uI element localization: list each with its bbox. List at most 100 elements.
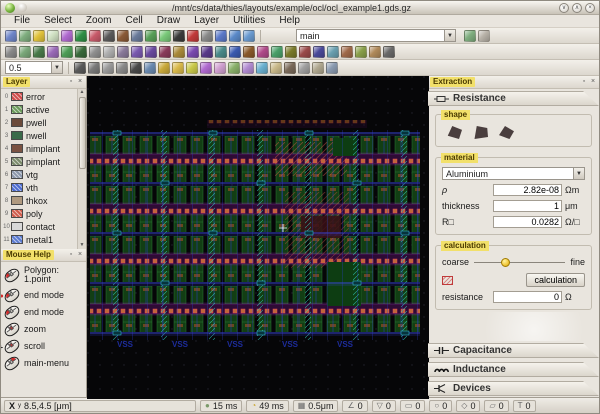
- layer-row[interactable]: 1active: [1, 103, 76, 116]
- minimize-button[interactable]: ∨: [559, 3, 569, 13]
- toolbar-icon[interactable]: [201, 30, 213, 42]
- toolbar-icon[interactable]: [158, 62, 170, 74]
- toolbar-icon[interactable]: [298, 62, 310, 74]
- layout-canvas[interactable]: VSS VSS VSS VSS VSS: [87, 76, 429, 399]
- cell-combo[interactable]: main ▼: [296, 29, 456, 42]
- tab-capacitance[interactable]: Capacitance: [428, 343, 599, 358]
- close-panel-icon[interactable]: ×: [76, 77, 84, 87]
- float-panel-icon[interactable]: ▫: [67, 250, 75, 260]
- layer-row[interactable]: 7vth: [1, 181, 76, 194]
- layer-swatch[interactable]: [11, 92, 23, 101]
- toolbar-icon[interactable]: [186, 62, 198, 74]
- layer-swatch[interactable]: [11, 222, 23, 231]
- menu-item[interactable]: Help: [272, 15, 307, 27]
- toolbar-icon[interactable]: [243, 46, 255, 58]
- toolbar-icon[interactable]: [270, 62, 282, 74]
- toolbar-icon[interactable]: [5, 46, 17, 58]
- float-panel-icon[interactable]: ▫: [580, 77, 588, 87]
- toolbar-icon[interactable]: [383, 46, 395, 58]
- toolbar-icon[interactable]: [187, 30, 199, 42]
- toolbar-icon[interactable]: [144, 62, 156, 74]
- layout-canvas-area[interactable]: VSS VSS VSS VSS VSS: [87, 76, 427, 397]
- toolbar-icon[interactable]: [89, 30, 101, 42]
- material-combo[interactable]: Aluminium ▼: [442, 167, 585, 180]
- toolbar-icon[interactable]: [187, 46, 199, 58]
- toolbar-icon[interactable]: [131, 30, 143, 42]
- layer-row[interactable]: 9poly: [1, 207, 76, 220]
- toolbar-icon[interactable]: [5, 30, 17, 42]
- toolbar-icon[interactable]: [61, 30, 73, 42]
- menu-item[interactable]: Zoom: [79, 15, 119, 27]
- toolbar-icon[interactable]: [116, 62, 128, 74]
- layer-swatch[interactable]: [11, 157, 23, 166]
- layer-row[interactable]: 6vtg: [1, 168, 76, 181]
- toolbar-icon[interactable]: [19, 30, 31, 42]
- close-panel-icon[interactable]: ×: [76, 250, 84, 260]
- toolbar-icon[interactable]: [271, 46, 283, 58]
- scroll-up-icon[interactable]: ▲: [80, 89, 85, 96]
- float-panel-icon[interactable]: ▫: [67, 77, 75, 87]
- layer-row[interactable]: 2pwell: [1, 116, 76, 129]
- layer-swatch[interactable]: [11, 235, 23, 244]
- layer-swatch[interactable]: [11, 105, 23, 114]
- toolbar-icon[interactable]: [173, 46, 185, 58]
- scroll-down-icon[interactable]: ▼: [80, 242, 85, 249]
- shape-thumb[interactable]: [447, 126, 462, 139]
- toolbar-icon[interactable]: [130, 62, 142, 74]
- toolbar-icon[interactable]: [228, 62, 240, 74]
- scrollbar-thumb[interactable]: [79, 97, 86, 169]
- toolbar-icon[interactable]: [312, 62, 324, 74]
- toolbar-icon[interactable]: [173, 30, 185, 42]
- slider-knob[interactable]: [501, 258, 510, 267]
- window-menu-icon[interactable]: [18, 3, 27, 12]
- shape-thumb[interactable]: [499, 126, 514, 139]
- layer-swatch[interactable]: [11, 118, 23, 127]
- layer-row[interactable]: 0error: [1, 90, 76, 103]
- shape-thumb[interactable]: [473, 126, 488, 139]
- toolbar-icon[interactable]: [47, 30, 59, 42]
- chevron-down-icon[interactable]: ▼: [573, 168, 584, 179]
- toolbar-icon[interactable]: [201, 46, 213, 58]
- layer-swatch[interactable]: [11, 209, 23, 218]
- toolbar-icon[interactable]: [89, 46, 101, 58]
- toolbar-icon[interactable]: [103, 30, 115, 42]
- thickness-input[interactable]: [493, 200, 562, 212]
- menu-item[interactable]: Layer: [187, 15, 226, 27]
- toolbar-icon[interactable]: [117, 30, 129, 42]
- toolbar-icon[interactable]: [313, 46, 325, 58]
- toolbar-icon[interactable]: [285, 46, 297, 58]
- menu-item[interactable]: File: [7, 15, 37, 27]
- toolbar-icon[interactable]: [103, 46, 115, 58]
- rsquare-input[interactable]: [493, 216, 562, 228]
- menu-item[interactable]: Cell: [118, 15, 149, 27]
- toolbar-icon[interactable]: [75, 46, 87, 58]
- toolbar-icon[interactable]: [88, 62, 100, 74]
- toolbar-icon[interactable]: [355, 46, 367, 58]
- maximize-button[interactable]: ∧: [572, 3, 582, 13]
- chevron-down-icon[interactable]: ▼: [51, 62, 62, 73]
- menu-item[interactable]: Utilities: [226, 15, 272, 27]
- layer-swatch[interactable]: [11, 196, 23, 205]
- toolbar-icon[interactable]: [75, 30, 87, 42]
- layer-row[interactable]: 5pimplant: [1, 155, 76, 168]
- toolbar-icon[interactable]: [299, 46, 311, 58]
- menu-item[interactable]: Draw: [150, 15, 187, 27]
- toolbar-icon[interactable]: [159, 46, 171, 58]
- layer-row[interactable]: 8thkox: [1, 194, 76, 207]
- toolbar-icon[interactable]: [256, 62, 268, 74]
- precision-slider[interactable]: [474, 262, 565, 263]
- layer-swatch[interactable]: [11, 183, 23, 192]
- toolbar-icon[interactable]: [229, 46, 241, 58]
- toolbar-icon[interactable]: [19, 46, 31, 58]
- layer-row[interactable]: 4nimplant: [1, 142, 76, 155]
- toolbar-icon[interactable]: [229, 30, 241, 42]
- toolbar-icon[interactable]: [242, 62, 254, 74]
- toolbar-icon[interactable]: [131, 46, 143, 58]
- toolbar-icon[interactable]: [61, 46, 73, 58]
- toolbar-icon[interactable]: [47, 46, 59, 58]
- resistance-input[interactable]: [493, 291, 562, 303]
- toolbar-icon[interactable]: [284, 62, 296, 74]
- toolbar-icon[interactable]: [145, 30, 157, 42]
- toolbar-icon[interactable]: [326, 62, 338, 74]
- chevron-down-icon[interactable]: ▼: [444, 30, 455, 41]
